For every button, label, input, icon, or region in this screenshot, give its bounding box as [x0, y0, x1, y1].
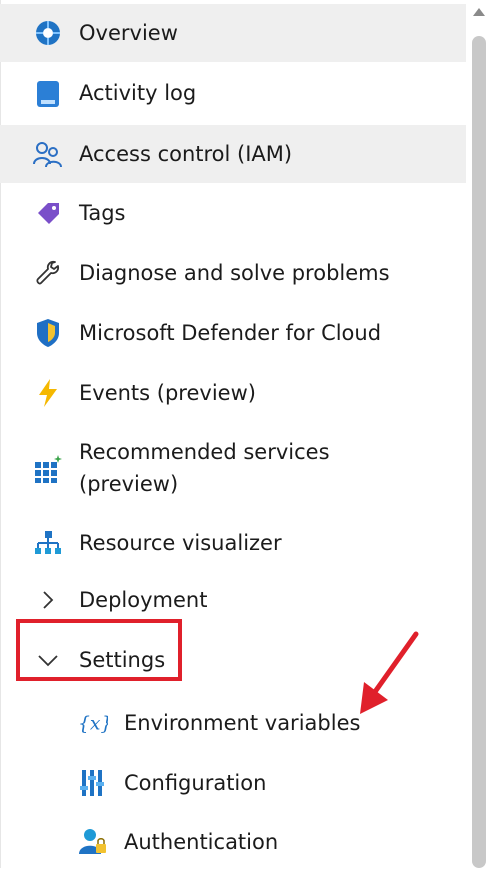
access-control-icon — [33, 139, 63, 169]
red-arrow-icon — [360, 631, 419, 714]
settings-item-authentication[interactable]: Authentication — [0, 814, 466, 870]
grid-icon — [33, 454, 63, 484]
shield-icon — [33, 318, 63, 348]
settings-item-label: Authentication — [124, 830, 279, 854]
menu-item-label: Overview — [79, 21, 178, 45]
menu-item-overview[interactable]: Overview — [0, 4, 466, 62]
settings-highlight-box — [16, 619, 182, 681]
resource-menu: Overview Activity log Access control (IA… — [0, 0, 466, 868]
menu-item-diagnose[interactable]: Diagnose and solve problems — [0, 244, 466, 302]
settings-item-label: Configuration — [124, 771, 267, 795]
menu-item-label: Resource visualizer — [79, 531, 282, 555]
svg-text:{x}: {x} — [78, 714, 108, 735]
configuration-icon — [78, 768, 108, 798]
menu-item-label: Tags — [79, 201, 126, 225]
menu-item-events[interactable]: Events (preview) — [0, 364, 466, 422]
activity-log-icon — [33, 79, 63, 109]
menu-item-label: Access control (IAM) — [79, 142, 293, 166]
menu-item-label: Recommended services (preview) — [79, 440, 330, 496]
menu-item-recommended-services[interactable]: Recommended services (preview) — [0, 426, 466, 520]
variable-icon: {x} — [78, 708, 108, 738]
menu-item-defender[interactable]: Microsoft Defender for Cloud — [0, 304, 466, 362]
menu-item-label: Events (preview) — [79, 381, 256, 405]
user-lock-icon — [78, 826, 108, 856]
settings-item-configuration[interactable]: Configuration — [0, 754, 466, 812]
menu-item-resource-visualizer[interactable]: Resource visualizer — [0, 514, 466, 572]
settings-item-label: Environment variables — [124, 711, 361, 735]
wrench-icon — [33, 258, 63, 288]
menu-item-label: Activity log — [79, 81, 197, 105]
menu-item-access-control[interactable]: Access control (IAM) — [0, 125, 466, 183]
chevron-right-icon — [33, 585, 63, 615]
hierarchy-icon — [33, 528, 63, 558]
menu-item-label: Diagnose and solve problems — [79, 261, 390, 285]
tag-icon — [33, 198, 63, 228]
menu-item-activity-log[interactable]: Activity log — [0, 64, 466, 122]
overview-icon — [33, 18, 63, 48]
menu-item-tags[interactable]: Tags — [0, 184, 466, 242]
lightning-icon — [33, 378, 63, 408]
scrollbar-thumb[interactable] — [472, 36, 486, 868]
group-label: Deployment — [79, 588, 208, 612]
scroll-up-arrow-icon[interactable] — [471, 6, 487, 18]
menu-item-label: Microsoft Defender for Cloud — [79, 321, 382, 345]
